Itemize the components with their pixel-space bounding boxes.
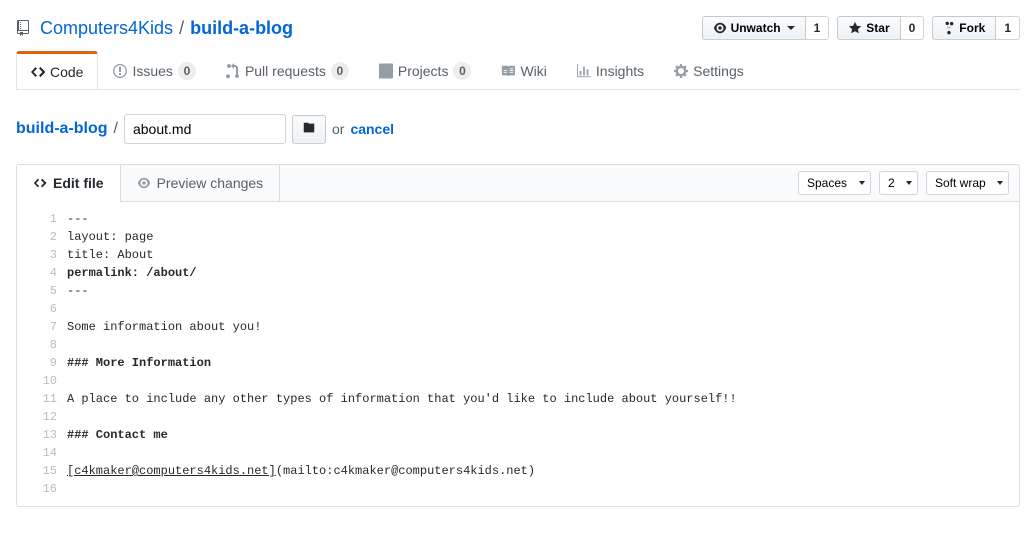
line-number: 9 bbox=[17, 354, 67, 372]
line-number: 11 bbox=[17, 390, 67, 408]
repo-actions: Unwatch 1 Star 0 Fork 1 bbox=[702, 16, 1020, 40]
repo-icon bbox=[16, 20, 30, 36]
tab-edit-file[interactable]: Edit file bbox=[17, 165, 121, 201]
cancel-link[interactable]: cancel bbox=[350, 121, 394, 137]
tab-wiki[interactable]: Wiki bbox=[486, 52, 561, 89]
repo-title: Computers4Kids / build-a-blog bbox=[16, 18, 293, 39]
line-number: 15 bbox=[17, 462, 67, 480]
indent-mode-select[interactable]: Spaces bbox=[798, 171, 871, 195]
repo-tabs: Code Issues0 Pull requests0 Projects0 Wi… bbox=[16, 52, 1020, 90]
tab-preview-changes[interactable]: Preview changes bbox=[121, 165, 281, 201]
indent-size-select[interactable]: 2 bbox=[879, 171, 918, 195]
watch-count[interactable]: 1 bbox=[806, 16, 830, 40]
star-icon bbox=[848, 21, 862, 35]
line-number: 4 bbox=[17, 264, 67, 282]
code-icon bbox=[31, 64, 45, 80]
code-icon bbox=[33, 176, 47, 190]
tab-projects[interactable]: Projects0 bbox=[364, 52, 487, 89]
line-number: 13 bbox=[17, 426, 67, 444]
pulls-count: 0 bbox=[331, 62, 349, 80]
projects-count: 0 bbox=[453, 62, 471, 80]
git-pull-request-icon bbox=[226, 63, 240, 79]
gear-icon bbox=[674, 63, 688, 79]
line-number: 16 bbox=[17, 480, 67, 498]
caret-down-icon bbox=[787, 26, 795, 30]
or-text: or bbox=[332, 121, 344, 137]
line-number: 12 bbox=[17, 408, 67, 426]
project-icon bbox=[379, 63, 393, 79]
repo-link[interactable]: build-a-blog bbox=[190, 18, 293, 38]
line-number: 8 bbox=[17, 336, 67, 354]
filename-input[interactable] bbox=[124, 114, 286, 144]
fork-icon bbox=[943, 21, 955, 35]
star-count[interactable]: 0 bbox=[901, 16, 925, 40]
path-separator: / bbox=[179, 18, 184, 39]
tab-issues[interactable]: Issues0 bbox=[98, 52, 210, 89]
line-number: 14 bbox=[17, 444, 67, 462]
star-button[interactable]: Star bbox=[837, 16, 900, 40]
tab-code[interactable]: Code bbox=[16, 51, 98, 89]
file-editor: Edit file Preview changes Spaces 2 Soft … bbox=[16, 164, 1020, 507]
breadcrumb: build-a-blog / or cancel bbox=[16, 90, 1020, 160]
graph-icon bbox=[577, 63, 591, 79]
tab-insights[interactable]: Insights bbox=[562, 52, 659, 89]
line-number: 1 bbox=[17, 210, 67, 228]
code-editor[interactable]: 1--- 2layout: page 3title: About 4permal… bbox=[17, 202, 1019, 506]
issues-count: 0 bbox=[178, 62, 196, 80]
fork-count[interactable]: 1 bbox=[996, 16, 1020, 40]
tab-pull-requests[interactable]: Pull requests0 bbox=[211, 52, 364, 89]
line-number: 7 bbox=[17, 318, 67, 336]
breadcrumb-root[interactable]: build-a-blog bbox=[16, 120, 108, 138]
eye-icon bbox=[713, 21, 727, 35]
line-number: 3 bbox=[17, 246, 67, 264]
book-icon bbox=[501, 63, 515, 79]
owner-link[interactable]: Computers4Kids bbox=[40, 18, 173, 39]
path-separator: / bbox=[114, 120, 118, 138]
line-number: 6 bbox=[17, 300, 67, 318]
line-number: 2 bbox=[17, 228, 67, 246]
unwatch-button[interactable]: Unwatch bbox=[702, 16, 806, 40]
tab-settings[interactable]: Settings bbox=[659, 52, 759, 89]
wrap-mode-select[interactable]: Soft wrap bbox=[926, 171, 1009, 195]
line-number: 10 bbox=[17, 372, 67, 390]
issue-icon bbox=[113, 63, 127, 79]
tree-icon bbox=[302, 121, 316, 135]
file-header: Edit file Preview changes Spaces 2 Soft … bbox=[17, 165, 1019, 202]
tree-expand-button[interactable] bbox=[292, 115, 326, 144]
line-number: 5 bbox=[17, 282, 67, 300]
eye-icon bbox=[137, 176, 151, 190]
fork-button[interactable]: Fork bbox=[932, 16, 996, 40]
repo-header: Computers4Kids / build-a-blog Unwatch 1 … bbox=[16, 0, 1020, 52]
